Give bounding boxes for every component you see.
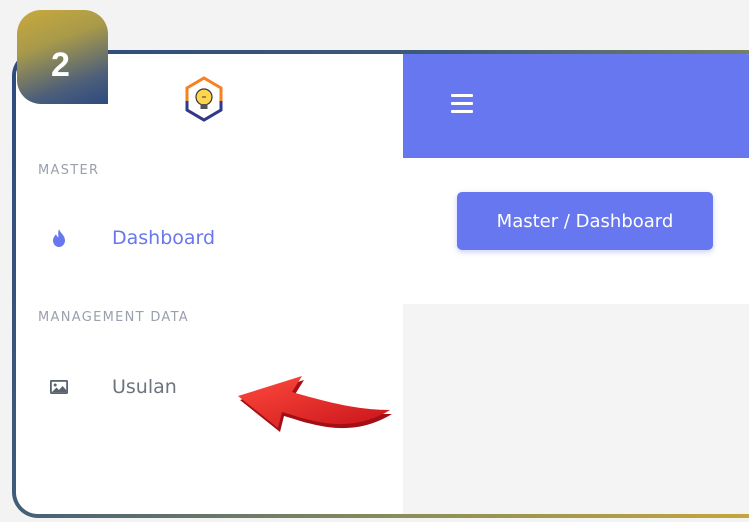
top-navbar — [403, 54, 749, 158]
section-header: Master / Dashboard — [403, 158, 749, 304]
sidebar-item-label: Usulan — [112, 376, 177, 398]
fire-icon — [44, 223, 74, 253]
section-label-master: MASTER — [38, 163, 100, 178]
breadcrumb[interactable]: Master / Dashboard — [457, 192, 713, 250]
lightbulb-logo-icon[interactable] — [184, 76, 224, 122]
image-icon — [44, 372, 74, 402]
sidebar-item-dashboard[interactable]: Dashboard — [38, 221, 368, 255]
tutorial-screenshot: MASTER Dashboard MANAGEMENT DATA Usulan … — [0, 0, 749, 522]
main-content — [403, 304, 749, 514]
step-badge: 2 — [17, 10, 108, 104]
red-curved-arrow-icon — [238, 376, 392, 432]
sidebar-item-label: Dashboard — [112, 227, 216, 249]
section-label-management-data: MANAGEMENT DATA — [38, 310, 190, 325]
step-number: 2 — [51, 46, 70, 84]
hamburger-menu-icon[interactable] — [451, 94, 473, 113]
